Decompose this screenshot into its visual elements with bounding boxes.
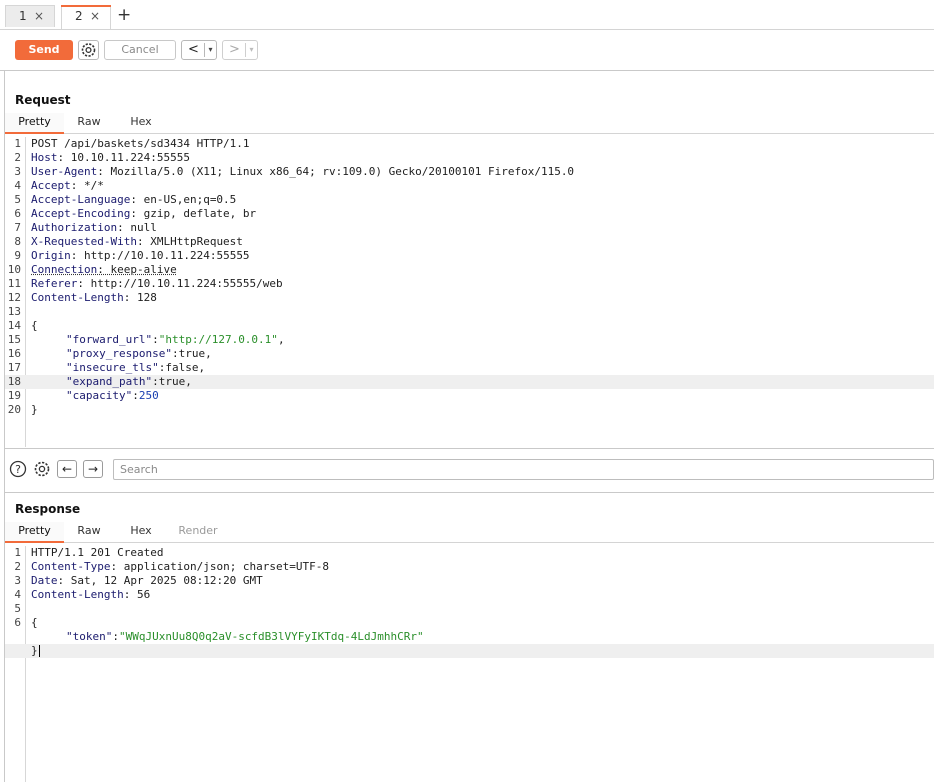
code-line: 3 User-Agent: Mozilla/5.0 (X11; Linux x86…: [14, 165, 575, 178]
code-line: 5 Accept-Language: en-US,en;q=0.5: [14, 193, 237, 206]
forward-history-button[interactable]: > ▾: [222, 40, 258, 60]
code-line: 7 Authorization: null: [14, 221, 157, 234]
code-line: 20}: [7, 403, 38, 416]
gear-icon[interactable]: [33, 460, 51, 478]
request-subtabs: Pretty Raw Hex: [5, 113, 934, 134]
cancel-button[interactable]: Cancel: [104, 40, 176, 60]
code-line: 3 Date: Sat, 12 Apr 2025 08:12:20 GMT: [14, 574, 263, 587]
tab-render[interactable]: Render: [175, 522, 221, 543]
code-line: 13: [7, 305, 21, 318]
code-line-highlighted: }: [5, 644, 934, 658]
code-line: 12 Content-Length: 128: [7, 291, 157, 304]
code-line-highlighted: 18 "expand_path":true,: [5, 375, 934, 389]
forward-arrow-icon: >: [229, 42, 240, 57]
previous-match-button[interactable]: ←: [57, 460, 77, 478]
help-glyph: ?: [15, 463, 21, 476]
code-line: 19 "capacity":250: [7, 389, 159, 402]
settings-button[interactable]: [78, 40, 99, 60]
search-bar: ? ← →: [5, 448, 934, 493]
code-line: 8 X-Requested-With: XMLHttpRequest: [14, 235, 243, 248]
code-line: "token":"WWqJUxnUu8Q0q2aV-scfdB3lVYFyIKT…: [66, 630, 424, 643]
repeater-tab-1[interactable]: 1 ×: [5, 5, 55, 27]
back-arrow-icon: <: [188, 42, 199, 57]
back-history-button[interactable]: < ▾: [181, 40, 217, 60]
arrow-right-icon: →: [87, 462, 99, 476]
close-icon[interactable]: ×: [34, 6, 44, 26]
code-line: 4 Accept: */*: [14, 179, 104, 192]
code-line: 6{: [14, 616, 38, 629]
repeater-tab-2[interactable]: 2 ×: [61, 5, 111, 29]
code-line: 1 POST /api/baskets/sd3434 HTTP/1.1: [14, 137, 250, 150]
code-line: 1 HTTP/1.1 201 Created: [14, 546, 164, 559]
response-title: Response: [15, 502, 81, 516]
close-icon[interactable]: ×: [90, 6, 100, 26]
code-line: 16 "proxy_response":true,: [7, 347, 212, 360]
tab-hex[interactable]: Hex: [123, 522, 159, 543]
code-line: 2 Content-Type: application/json; charset…: [14, 560, 330, 573]
repeater-tab-strip: 1 × 2 × +: [0, 0, 934, 30]
code-line: 10 Connection: keep-alive: [7, 263, 177, 276]
code-line: 5: [14, 602, 21, 615]
code-line: 11 Referer: http://10.10.11.224:55555/web: [7, 277, 283, 290]
gear-icon: [81, 43, 96, 57]
tab-pretty[interactable]: Pretty: [5, 113, 64, 134]
code-line: 9 Origin: http://10.10.11.224:55555: [14, 249, 250, 262]
chevron-down-icon[interactable]: ▾: [204, 43, 216, 57]
tab-pretty[interactable]: Pretty: [5, 522, 64, 543]
add-tab-button[interactable]: +: [117, 5, 131, 25]
response-subtabs: Pretty Raw Hex Render: [5, 522, 934, 543]
code-line: 17 "insecure_tls":false,: [7, 361, 206, 374]
arrow-left-icon: ←: [61, 462, 73, 476]
code-line: 4 Content-Length: 56: [14, 588, 151, 601]
tab-label: 2: [75, 9, 83, 23]
code-line: 15 "forward_url":"http://127.0.0.1",: [7, 333, 285, 346]
search-input[interactable]: [113, 459, 934, 480]
request-title: Request: [15, 93, 71, 107]
request-editor[interactable]: 1 POST /api/baskets/sd3434 HTTP/1.1 2 Host…: [5, 137, 934, 447]
tab-label: 1: [19, 9, 27, 23]
chevron-down-icon[interactable]: ▾: [245, 43, 257, 57]
send-button[interactable]: Send: [15, 40, 73, 60]
response-editor[interactable]: 1 HTTP/1.1 201 Created 2 Content-Type: app…: [5, 546, 934, 782]
tab-raw[interactable]: Raw: [70, 522, 108, 543]
tab-raw[interactable]: Raw: [70, 113, 108, 134]
tab-hex[interactable]: Hex: [123, 113, 159, 134]
code-line: 14{: [7, 319, 38, 332]
code-line: 2 Host: 10.10.11.224:55555: [14, 151, 190, 164]
code-line: 6 Accept-Encoding: gzip, deflate, br: [14, 207, 257, 220]
request-toolbar: Send Cancel < ▾ > ▾: [0, 30, 934, 71]
next-match-button[interactable]: →: [83, 460, 103, 478]
text-cursor: [38, 645, 40, 657]
help-icon[interactable]: ?: [9, 460, 27, 478]
